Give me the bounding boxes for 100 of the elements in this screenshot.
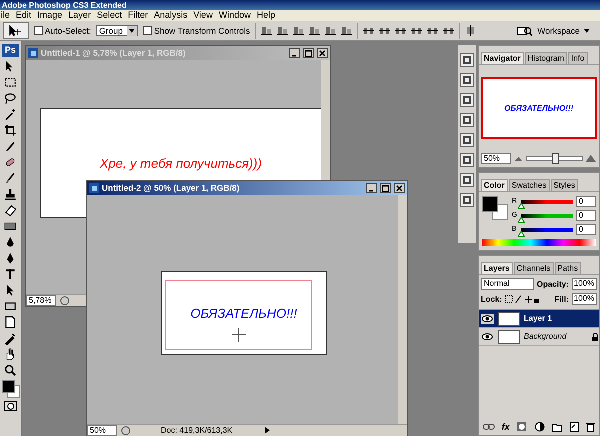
eraser-icon[interactable] xyxy=(4,204,17,217)
zoom-field[interactable]: 50% xyxy=(87,425,117,436)
layer-row[interactable]: Background xyxy=(479,328,599,346)
lasso-icon[interactable] xyxy=(4,92,17,105)
panel-tab[interactable]: Histogram xyxy=(524,52,568,64)
transform-controls-label: Show Transform Controls xyxy=(154,26,250,36)
slider-thumb[interactable] xyxy=(518,230,525,236)
eye-icon[interactable] xyxy=(481,332,494,342)
auto-align-icon[interactable] xyxy=(465,25,476,36)
magic-wand-icon[interactable] xyxy=(4,108,17,121)
opacity-field[interactable]: 100% xyxy=(572,278,597,290)
menu-item[interactable]: Select xyxy=(97,10,122,21)
color-spectrum-bar[interactable] xyxy=(482,239,596,246)
align-icon[interactable] xyxy=(325,25,336,36)
zoom-icon[interactable] xyxy=(4,364,17,377)
layer-name: Layer 1 xyxy=(524,314,554,323)
gradient-icon[interactable] xyxy=(4,220,17,233)
document-size-info: Doc: 419,3K/613,3K xyxy=(161,426,233,435)
menu-item[interactable]: Analysis xyxy=(154,10,188,21)
panel-tab[interactable]: Channels xyxy=(514,262,554,274)
transform-controls-checkbox[interactable] xyxy=(143,26,152,35)
menu-arrow-icon[interactable] xyxy=(262,426,271,435)
menu-item[interactable]: Image xyxy=(38,10,63,21)
menu-item[interactable]: Edit xyxy=(16,10,32,21)
zoom-slider-thumb[interactable] xyxy=(552,153,558,164)
menu-item[interactable]: ile xyxy=(1,10,10,21)
folder-icon[interactable] xyxy=(552,422,562,432)
maximize-button[interactable] xyxy=(380,183,391,193)
color-swatches[interactable] xyxy=(2,380,20,398)
panel-tab[interactable]: Info xyxy=(568,52,588,64)
trash-icon[interactable] xyxy=(586,422,596,432)
align-icon[interactable] xyxy=(341,25,352,36)
stamp-icon[interactable] xyxy=(4,188,17,201)
panel-tab[interactable]: Color xyxy=(481,179,508,191)
document-icon xyxy=(28,48,38,58)
align-icon[interactable] xyxy=(261,25,272,36)
workspace-button[interactable]: Workspace xyxy=(538,26,597,36)
layer-thumbnail xyxy=(498,312,520,326)
zoom-out-icon[interactable] xyxy=(514,154,523,162)
document-icon xyxy=(89,183,99,193)
close-button[interactable] xyxy=(394,183,405,193)
eye-icon[interactable] xyxy=(481,314,494,324)
distribute-icon[interactable] xyxy=(363,25,374,36)
status-icon[interactable] xyxy=(60,296,70,306)
menu-item[interactable]: Filter xyxy=(128,10,148,21)
panel-tab[interactable]: Styles xyxy=(550,179,578,191)
panel-tab[interactable]: Paths xyxy=(554,262,582,274)
align-icon[interactable] xyxy=(293,25,304,36)
caret-icon xyxy=(583,28,591,34)
status-icon[interactable] xyxy=(121,426,131,436)
minimize-button[interactable] xyxy=(289,48,300,58)
quick-mask-icon[interactable] xyxy=(4,401,18,412)
minimize-button[interactable] xyxy=(366,183,377,193)
panel-tab[interactable]: Swatches xyxy=(508,179,550,191)
align-icon[interactable] xyxy=(309,25,320,36)
menu-item[interactable]: Window xyxy=(218,10,251,21)
distribute-icon[interactable] xyxy=(395,25,406,36)
adjustment-icon[interactable] xyxy=(534,422,544,432)
type-tool-icon[interactable] xyxy=(4,268,17,281)
brush-icon[interactable] xyxy=(4,172,17,185)
crop-icon[interactable] xyxy=(4,124,17,137)
menu-item[interactable]: Help xyxy=(256,10,276,21)
color-swatches[interactable] xyxy=(482,196,508,220)
close-button[interactable] xyxy=(317,48,328,58)
mask-icon[interactable] xyxy=(517,422,528,432)
dropdown-arrow-icon xyxy=(127,26,138,36)
channel-value-field[interactable]: 0 xyxy=(576,224,596,235)
align-icon[interactable] xyxy=(277,25,288,36)
lock-options-icon[interactable] xyxy=(505,294,540,304)
new-layer-icon[interactable] xyxy=(569,422,580,432)
hand-icon[interactable] xyxy=(4,348,17,361)
panel-tab[interactable]: Navigator xyxy=(481,52,524,64)
rectangle-icon[interactable] xyxy=(4,300,17,313)
fill-field[interactable]: 100% xyxy=(572,293,597,305)
slider-thumb[interactable] xyxy=(518,216,525,222)
zoom-in-icon[interactable] xyxy=(586,154,597,163)
eyedropper-icon[interactable] xyxy=(4,332,17,345)
distribute-icon[interactable] xyxy=(379,25,390,36)
layer-row[interactable]: Layer 1 xyxy=(479,310,599,328)
layer-name: Background xyxy=(524,332,568,341)
marquee-icon[interactable] xyxy=(4,76,17,89)
menu-item[interactable]: Layer xyxy=(68,10,92,21)
tool-preset-button[interactable] xyxy=(3,22,29,39)
channel-value-field[interactable]: 0 xyxy=(576,196,596,207)
distribute-icon[interactable] xyxy=(443,25,454,36)
auto-select-dropdown[interactable]: Group xyxy=(96,25,138,36)
link-icon[interactable] xyxy=(482,423,495,431)
layer-style-button[interactable]: fx xyxy=(502,422,510,432)
auto-select-checkbox[interactable] xyxy=(34,26,43,35)
blend-mode-dropdown[interactable]: Normal xyxy=(481,278,534,290)
menu-item[interactable]: View xyxy=(194,10,213,21)
maximize-button[interactable] xyxy=(303,48,314,58)
slider-thumb[interactable] xyxy=(518,202,525,208)
distribute-icon[interactable] xyxy=(427,25,438,36)
panel-tab[interactable]: Layers xyxy=(481,262,513,274)
navigator-zoom-field[interactable]: 50% xyxy=(481,153,511,164)
note-icon[interactable] xyxy=(4,316,17,329)
zoom-field[interactable]: 5,78% xyxy=(26,295,56,306)
channel-value-field[interactable]: 0 xyxy=(576,210,596,221)
distribute-icon[interactable] xyxy=(411,25,422,36)
